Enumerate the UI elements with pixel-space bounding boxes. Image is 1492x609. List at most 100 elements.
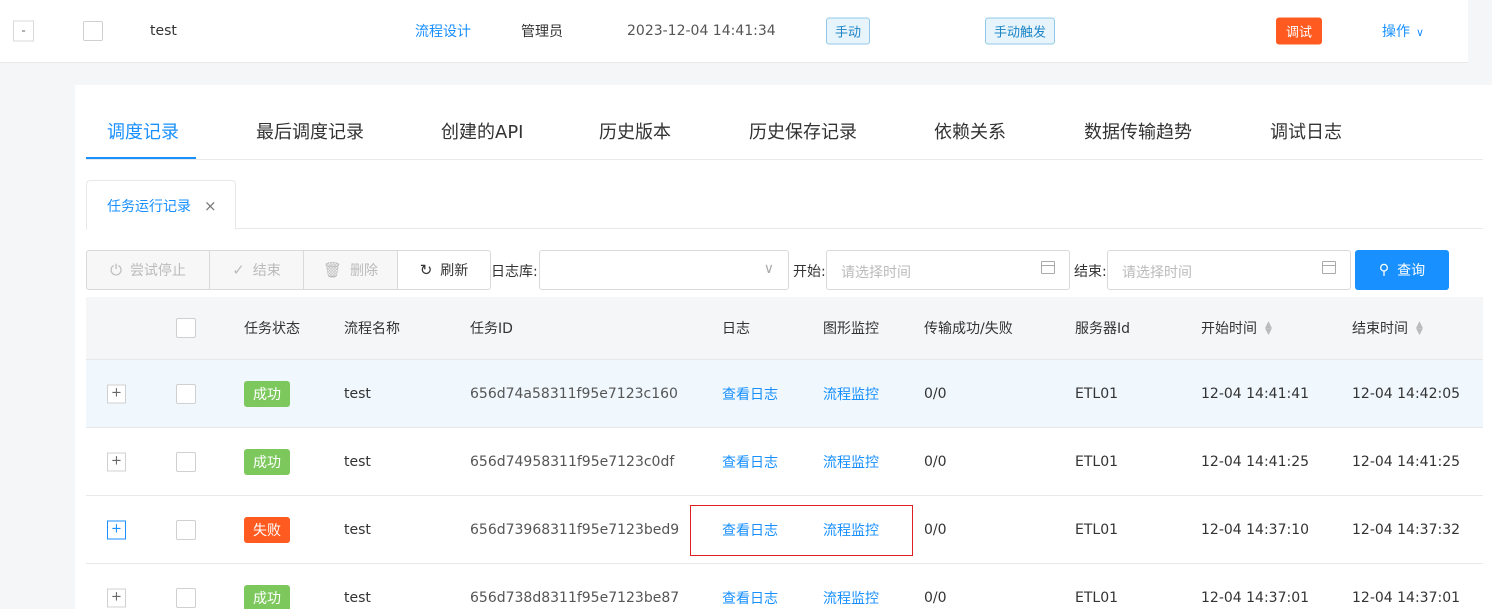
expand-button[interactable]: + — [107, 452, 126, 471]
status-badge: 成功 — [244, 584, 290, 609]
end-time: 12-04 14:37:32 — [1352, 521, 1461, 538]
transfer-count: 0/0 — [924, 453, 947, 470]
transfer-count: 0/0 — [924, 385, 947, 402]
toolbar: ⏻ 尝试停止 ✓ 结束 🗑 删除 ↻ 刷新 日志库: ∨ 开始: 请选择时间 结… — [86, 250, 1486, 290]
operation-dropdown[interactable]: 操作 ∨ — [1382, 21, 1424, 41]
tab-transfer-trend[interactable]: 数据传输趋势 — [1084, 118, 1192, 144]
try-stop-button[interactable]: ⏻ 尝试停止 — [86, 250, 210, 290]
server-id: ETL01 — [1075, 453, 1119, 470]
detail-panel: 调度记录 最后调度记录 创建的API 历史版本 历史保存记录 依赖关系 数据传输… — [75, 85, 1492, 609]
flow-design-link[interactable]: 流程设计 — [415, 21, 471, 41]
view-log-link[interactable]: 查看日志 — [722, 384, 778, 404]
trigger-tag: 手动触发 — [985, 17, 1056, 45]
table-row: + 成功 test 656d738d8311f95e7123be87 查看日志 … — [86, 564, 1483, 609]
flow-name: test — [344, 453, 371, 470]
tab-schedule-records[interactable]: 调度记录 — [107, 118, 179, 144]
task-id: 656d738d8311f95e7123be87 — [470, 589, 680, 606]
row-checkbox[interactable] — [176, 451, 196, 472]
status-badge: 成功 — [244, 380, 290, 407]
tab-debug-log[interactable]: 调试日志 — [1270, 118, 1342, 144]
debug-tag: 调试 — [1276, 17, 1323, 45]
expand-button[interactable]: + — [107, 588, 126, 607]
task-id: 656d74958311f95e7123c0df — [470, 453, 675, 470]
header-end-time[interactable]: 结束时间 ▲ ▼ — [1352, 318, 1423, 338]
refresh-icon: ↻ — [419, 261, 433, 279]
search-button[interactable]: ⚲ 查询 — [1355, 250, 1449, 290]
status-badge: 成功 — [244, 448, 290, 475]
task-run-table: 任务状态 流程名称 任务ID 日志 图形监控 传输成功/失败 服务器Id 开始时… — [86, 297, 1483, 609]
view-log-link[interactable]: 查看日志 — [722, 520, 778, 540]
flow-monitor-link[interactable]: 流程监控 — [823, 384, 879, 404]
refresh-label: 刷新 — [440, 263, 469, 279]
table-header: 任务状态 流程名称 任务ID 日志 图形监控 传输成功/失败 服务器Id 开始时… — [86, 297, 1483, 360]
calendar-icon — [1041, 261, 1055, 274]
transfer-count: 0/0 — [924, 521, 947, 538]
tab-last-schedule[interactable]: 最后调度记录 — [256, 118, 364, 144]
start-time: 12-04 14:41:25 — [1201, 453, 1310, 470]
flow-monitor-link[interactable]: 流程监控 — [823, 520, 879, 540]
end-time-input[interactable]: 请选择时间 — [1107, 250, 1351, 290]
status-badge: 失败 — [244, 516, 290, 543]
start-time-header-label: 开始时间 — [1201, 321, 1257, 337]
finish-button[interactable]: ✓ 结束 — [209, 250, 304, 290]
mode-tag: 手动 — [826, 17, 871, 45]
tab-history-versions[interactable]: 历史版本 — [599, 118, 671, 144]
start-time-placeholder: 请选择时间 — [841, 265, 911, 281]
row-checkbox[interactable] — [83, 21, 103, 41]
try-stop-label: 尝试停止 — [129, 263, 186, 279]
delete-label: 删除 — [350, 263, 379, 279]
tab-save-history[interactable]: 历史保存记录 — [749, 118, 857, 144]
row-checkbox[interactable] — [176, 383, 196, 404]
log-db-label: 日志库: — [491, 264, 538, 280]
subtab-task-run-records[interactable]: 任务运行记录 × — [86, 180, 236, 230]
trash-icon: 🗑 — [322, 261, 343, 279]
header-status: 任务状态 — [244, 321, 300, 337]
expand-button[interactable]: + — [107, 520, 126, 539]
header-transfer: 传输成功/失败 — [924, 321, 1013, 337]
search-icon: ⚲ — [1378, 262, 1390, 278]
server-id: ETL01 — [1075, 589, 1119, 606]
start-label: 开始: — [793, 264, 826, 280]
search-label: 查询 — [1397, 263, 1426, 279]
action-button-group: ⏻ 尝试停止 ✓ 结束 🗑 删除 ↻ 刷新 — [86, 250, 491, 290]
view-log-link[interactable]: 查看日志 — [722, 452, 778, 472]
server-id: ETL01 — [1075, 521, 1119, 538]
end-time-placeholder: 请选择时间 — [1122, 265, 1192, 281]
transfer-count: 0/0 — [924, 589, 947, 606]
tab-created-api[interactable]: 创建的API — [441, 118, 523, 144]
select-all-checkbox[interactable] — [176, 318, 196, 338]
header-log: 日志 — [722, 321, 750, 337]
tab-dependencies[interactable]: 依赖关系 — [934, 118, 1006, 144]
calendar-icon — [1322, 261, 1336, 274]
check-icon: ✓ — [232, 261, 245, 279]
row-checkbox[interactable] — [176, 519, 196, 540]
header-start-time[interactable]: 开始时间 ▲ ▼ — [1201, 318, 1272, 338]
delete-button[interactable]: 🗑 删除 — [303, 250, 398, 290]
end-time: 12-04 14:41:25 — [1352, 453, 1461, 470]
flow-name: test — [344, 589, 371, 606]
flow-monitor-link[interactable]: 流程监控 — [823, 452, 879, 472]
chevron-down-icon: ∨ — [763, 261, 774, 277]
view-log-link[interactable]: 查看日志 — [722, 588, 778, 608]
refresh-button[interactable]: ↻ 刷新 — [397, 250, 491, 290]
sort-icon[interactable]: ▲ ▼ — [1416, 321, 1423, 337]
end-time-header-label: 结束时间 — [1352, 321, 1408, 337]
server-id: ETL01 — [1075, 385, 1119, 402]
timestamp: 2023-12-04 14:41:34 — [627, 23, 776, 39]
close-icon[interactable]: × — [204, 197, 217, 215]
active-tab-indicator — [86, 157, 196, 159]
flow-name: test — [344, 521, 371, 538]
flow-monitor-link[interactable]: 流程监控 — [823, 588, 879, 608]
row-checkbox[interactable] — [176, 587, 196, 608]
start-time: 12-04 14:37:10 — [1201, 521, 1310, 538]
expand-button[interactable]: + — [107, 384, 126, 403]
table-row: + 失败 test 656d73968311f95e7123bed9 查看日志 … — [86, 496, 1483, 564]
end-label: 结束: — [1074, 264, 1107, 280]
flow-name: test — [344, 385, 371, 402]
task-id: 656d73968311f95e7123bed9 — [470, 521, 680, 538]
collapse-button[interactable]: - — [13, 20, 34, 42]
sort-icon[interactable]: ▲ ▼ — [1265, 321, 1272, 337]
log-db-select[interactable]: ∨ — [539, 250, 789, 290]
end-time: 12-04 14:42:05 — [1352, 385, 1461, 402]
start-time-input[interactable]: 请选择时间 — [826, 250, 1070, 290]
